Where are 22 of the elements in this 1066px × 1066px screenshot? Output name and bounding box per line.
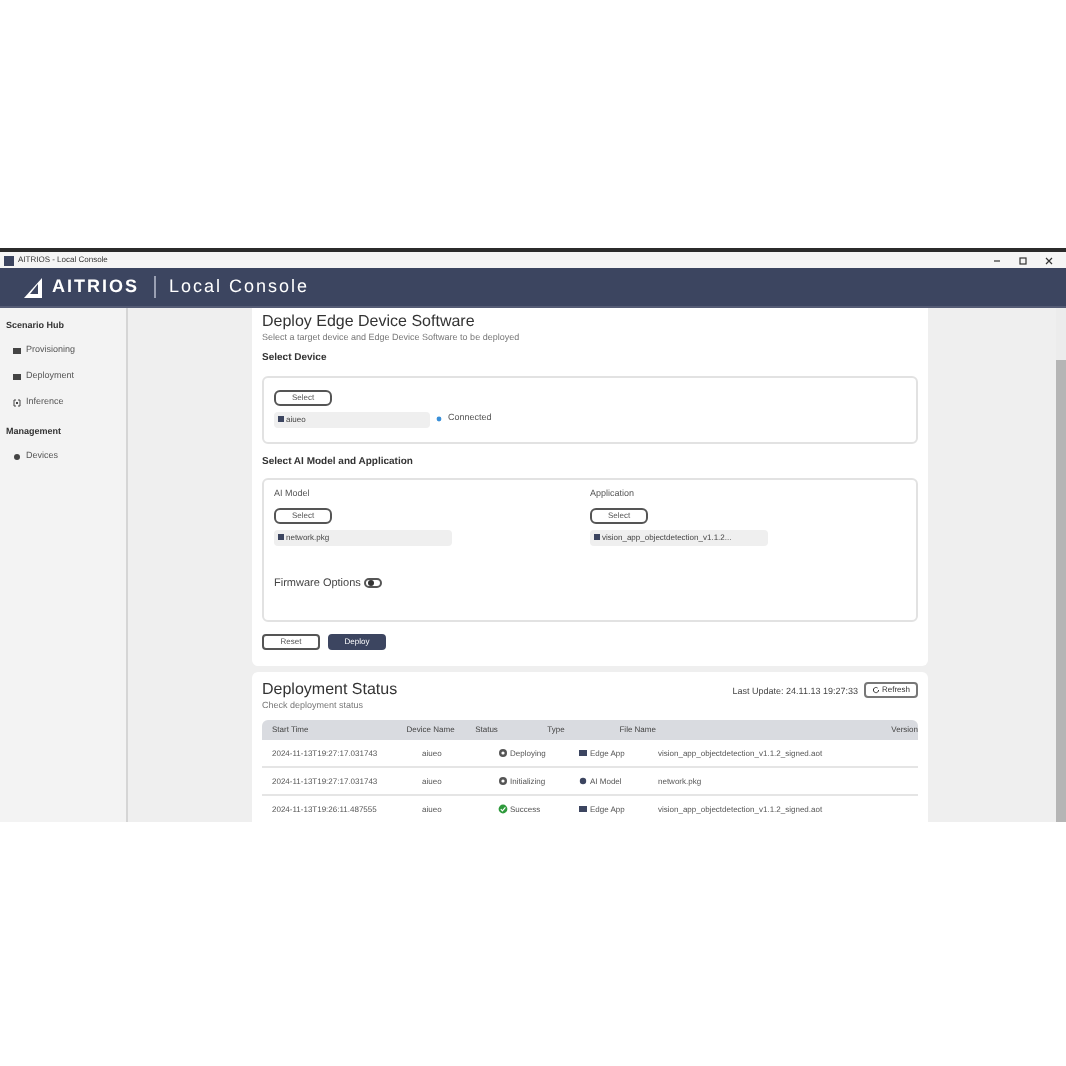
file-icon bbox=[594, 534, 600, 541]
device-icon bbox=[278, 416, 284, 422]
card-icon bbox=[12, 345, 22, 356]
maximize-icon[interactable] bbox=[1018, 255, 1028, 265]
refresh-icon bbox=[871, 686, 880, 694]
firmware-toggle[interactable] bbox=[364, 578, 383, 589]
close-icon[interactable] bbox=[1044, 255, 1054, 265]
brand-name: AITRIOS bbox=[52, 273, 140, 300]
card-icon bbox=[12, 371, 22, 382]
file-icon bbox=[278, 534, 284, 541]
logo-icon bbox=[24, 277, 46, 297]
card-title: Deployment Status bbox=[262, 680, 400, 700]
check-icon bbox=[498, 804, 508, 814]
app-icon bbox=[578, 804, 588, 814]
bracket-icon bbox=[12, 397, 22, 408]
spinner-icon bbox=[498, 776, 508, 786]
app-icon bbox=[578, 748, 588, 758]
spinner-icon bbox=[498, 748, 508, 758]
model-icon bbox=[578, 776, 588, 786]
card-title: Deploy Edge Device Software bbox=[262, 312, 477, 332]
minimize-icon[interactable] bbox=[992, 255, 1002, 265]
product-name: Local Console bbox=[169, 273, 310, 300]
